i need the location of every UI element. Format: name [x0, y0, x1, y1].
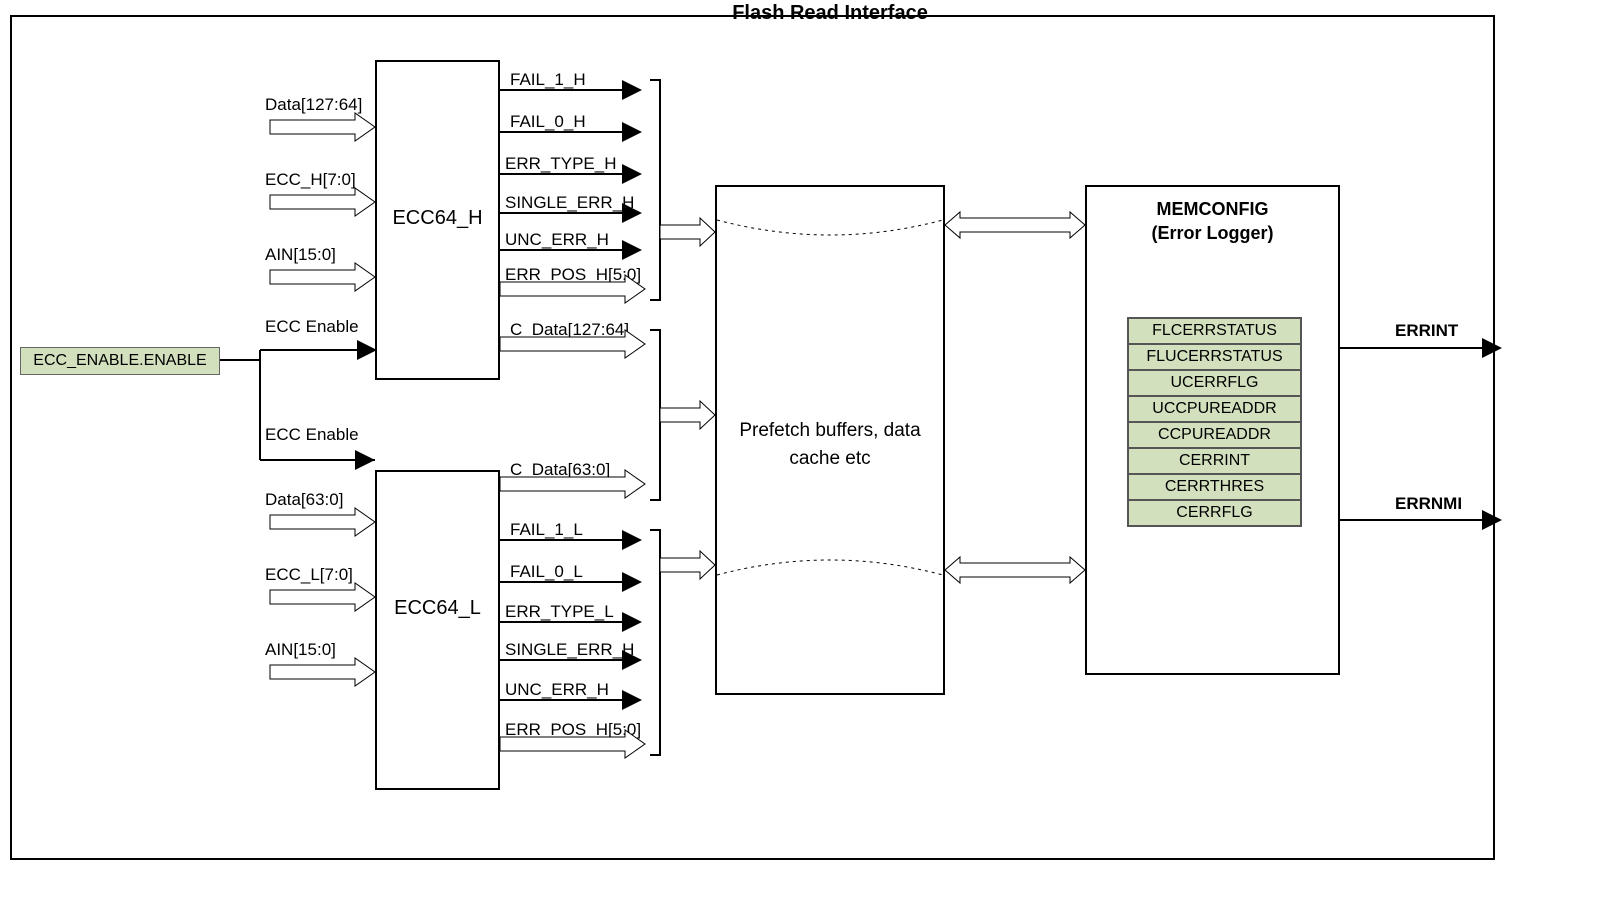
- reg-row: FLUCERRSTATUS: [1128, 344, 1301, 370]
- signal-label: FAIL_1_L: [510, 520, 583, 540]
- signal-label: ERRNMI: [1395, 494, 1462, 514]
- signal-label: FAIL_0_L: [510, 562, 583, 582]
- reg-row: UCERRFLG: [1128, 370, 1301, 396]
- signal-label: Data[127:64]: [265, 95, 362, 115]
- diagram-title: Flash Read Interface: [730, 0, 930, 26]
- prefetch-block: Prefetch buffers, data cache etc: [715, 185, 945, 695]
- ecc-enable-register: ECC_ENABLE.ENABLE: [20, 347, 220, 375]
- signal-label: ECC Enable: [265, 425, 359, 445]
- signal-label: AIN[15:0]: [265, 640, 336, 660]
- title-text: Flash Read Interface: [732, 2, 928, 24]
- signal-label: ECC_H[7:0]: [265, 170, 356, 190]
- signal-label: ERR_POS_H[5:0]: [505, 720, 641, 740]
- signal-label: ERR_TYPE_H: [505, 154, 616, 174]
- reg-row: FLCERRSTATUS: [1128, 318, 1301, 344]
- memconfig-title-1: MEMCONFIG: [1157, 199, 1269, 219]
- ecc64-l-block: ECC64_L: [375, 470, 500, 790]
- ecc64-l-label: ECC64_L: [377, 597, 498, 620]
- signal-label: ECC Enable: [265, 317, 359, 337]
- memconfig-block: MEMCONFIG (Error Logger) FLCERRSTATUS FL…: [1085, 185, 1340, 675]
- signal-label: ERRINT: [1395, 321, 1458, 341]
- signal-label: C_Data[127:64]: [510, 320, 629, 340]
- signal-label: C_Data[63:0]: [510, 460, 610, 480]
- signal-label: AIN[15:0]: [265, 245, 336, 265]
- reg-row: CERRTHRES: [1128, 474, 1301, 500]
- register-table: FLCERRSTATUS FLUCERRSTATUS UCERRFLG UCCP…: [1127, 317, 1302, 527]
- signal-label: Data[63:0]: [265, 490, 343, 510]
- signal-label: ECC_L[7:0]: [265, 565, 353, 585]
- prefetch-label: Prefetch buffers, data cache etc: [717, 417, 943, 473]
- reg-row: UCCPUREADDR: [1128, 396, 1301, 422]
- signal-label: FAIL_1_H: [510, 70, 586, 90]
- ecc-enable-reg-label: ECC_ENABLE.ENABLE: [33, 352, 206, 369]
- reg-row: CERRFLG: [1128, 500, 1301, 526]
- reg-row: CCPUREADDR: [1128, 422, 1301, 448]
- memconfig-title: MEMCONFIG (Error Logger): [1087, 197, 1338, 245]
- signal-label: ERR_TYPE_L: [505, 602, 614, 622]
- signal-label: UNC_ERR_H: [505, 230, 609, 250]
- reg-row: CERRINT: [1128, 448, 1301, 474]
- signal-label: FAIL_0_H: [510, 112, 586, 132]
- ecc64-h-block: ECC64_H: [375, 60, 500, 380]
- signal-label: SINGLE_ERR_H: [505, 640, 634, 660]
- signal-label: ERR_POS_H[5:0]: [505, 265, 641, 285]
- signal-label: UNC_ERR_H: [505, 680, 609, 700]
- memconfig-title-2: (Error Logger): [1151, 223, 1273, 243]
- ecc64-h-label: ECC64_H: [377, 207, 498, 230]
- signal-label: SINGLE_ERR_H: [505, 193, 634, 213]
